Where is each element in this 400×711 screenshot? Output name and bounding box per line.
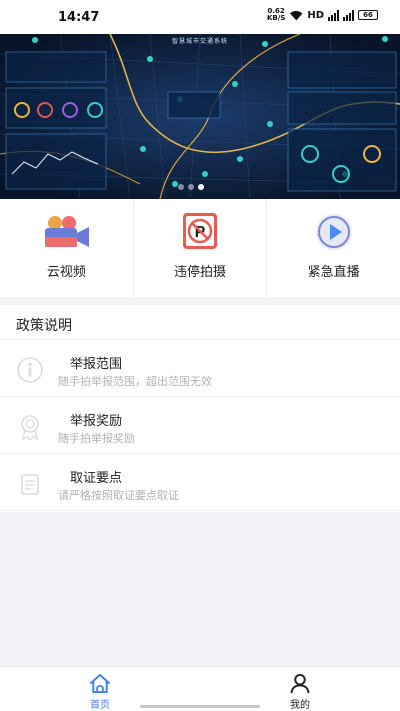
no-parking-icon: P [183, 213, 217, 249]
signal-icon [328, 9, 339, 21]
quick-actions: 云视频 P 违停拍摄 紧急直播 [0, 199, 400, 297]
policy-item-title: 取证要点 [70, 471, 123, 486]
banner-carousel[interactable]: 智慧城市交通系统 [0, 34, 400, 199]
status-bar: 14:47 0.62 KB/S HD 66 [0, 0, 400, 34]
carousel-dot-active[interactable] [198, 184, 204, 190]
city-map-illustration [0, 34, 400, 199]
quick-action-illegal-parking[interactable]: P 违停拍摄 [134, 199, 268, 297]
carousel-indicators [178, 184, 204, 190]
info-icon [17, 357, 43, 383]
wifi-icon [289, 10, 303, 21]
status-time: 14:47 [58, 10, 100, 25]
hd-badge: HD [307, 9, 324, 21]
quick-action-label: 违停拍摄 [174, 265, 227, 280]
network-speed-unit: KB/S [266, 14, 286, 22]
policy-section-title: 政策说明 [16, 318, 72, 334]
signal-icon [343, 9, 354, 21]
play-live-icon [315, 214, 352, 250]
policy-item-report-scope[interactable]: 举报范围 随手拍举报范围，超出范围无效 [0, 340, 400, 397]
home-icon [89, 673, 111, 694]
video-camera-icon [45, 216, 90, 247]
policy-item-title: 举报范围 [70, 357, 123, 372]
quick-action-label: 云视频 [46, 265, 86, 280]
policy-item-report-reward[interactable]: 举报奖励 随手拍举报奖励 [0, 397, 400, 454]
quick-action-emergency-live[interactable]: 紧急直播 [267, 199, 400, 297]
status-indicators: 0.62 KB/S HD 66 [267, 8, 378, 22]
policy-item-desc: 请严格按照取证要点取证 [58, 489, 179, 502]
network-speed: 0.62 KB/S [267, 8, 285, 22]
policy-section: 政策说明 举报范围 随手拍举报范围，超出范围无效 举报奖励 随手拍举报奖励 取证… [0, 305, 400, 512]
section-spacer [0, 297, 400, 305]
home-indicator [140, 705, 260, 708]
bottom-tab-bar: 首页 我的 [0, 666, 400, 711]
policy-item-desc: 随手拍举报范围，超出范围无效 [58, 375, 212, 388]
user-icon [290, 673, 310, 694]
quick-action-label: 紧急直播 [307, 265, 360, 280]
quick-action-cloud-video[interactable]: 云视频 [0, 199, 134, 297]
carousel-dot[interactable] [188, 184, 194, 190]
policy-item-evidence-points[interactable]: 取证要点 请严格按照取证要点取证 [0, 454, 400, 511]
document-icon [21, 474, 39, 495]
award-ribbon-icon [21, 415, 39, 441]
tab-label: 首页 [90, 700, 110, 711]
tab-label: 我的 [290, 700, 310, 711]
policy-item-desc: 随手拍举报奖励 [58, 432, 135, 445]
battery-icon: 66 [358, 10, 378, 20]
banner-title: 智慧城市交通系统 [171, 38, 228, 45]
policy-item-title: 举报奖励 [70, 414, 123, 429]
carousel-dot[interactable] [178, 184, 184, 190]
